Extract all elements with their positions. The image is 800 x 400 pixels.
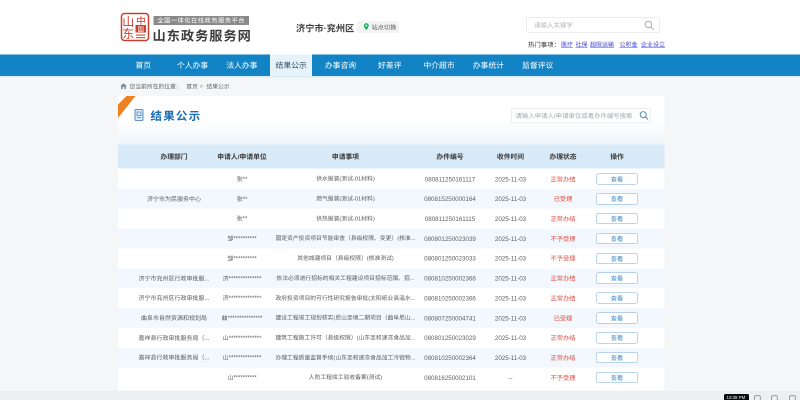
svg-text:国: 国 — [138, 23, 145, 33]
svg-text:东: 东 — [122, 25, 134, 42]
